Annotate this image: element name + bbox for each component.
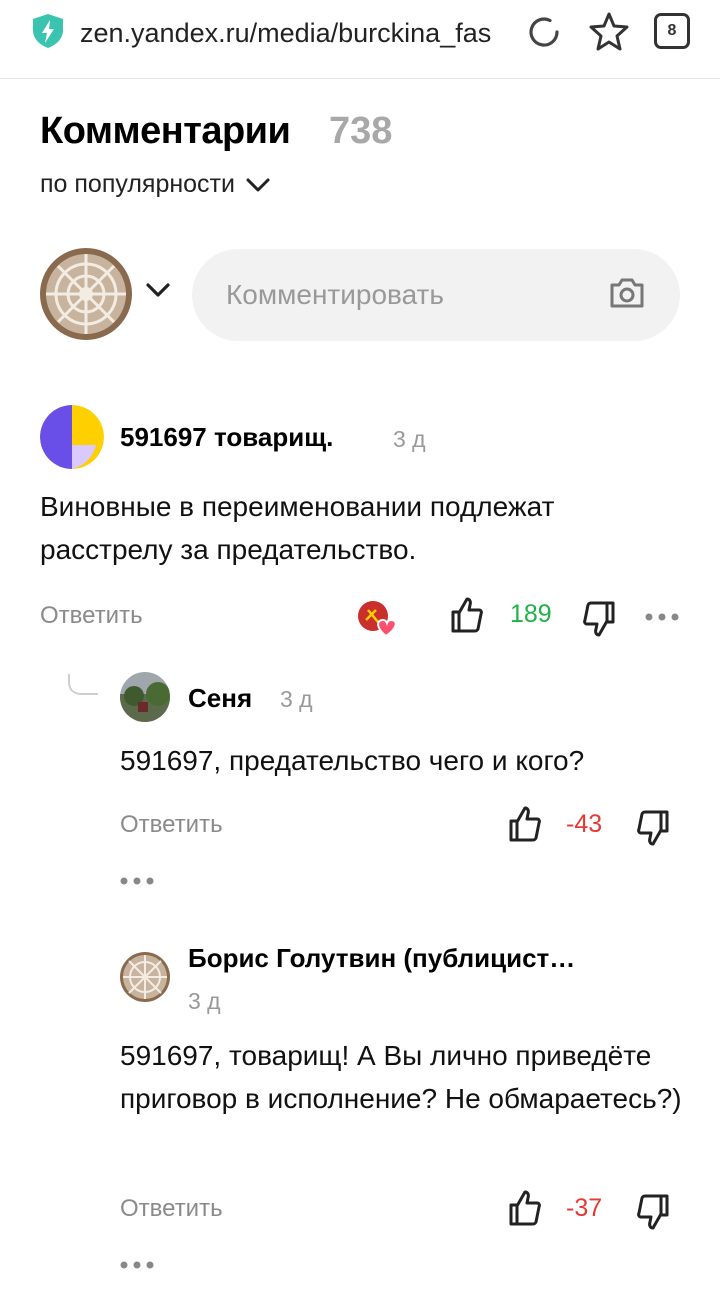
reply-button[interactable]: Ответить: [120, 811, 223, 839]
like-count: 189: [510, 600, 552, 628]
comment-text: 591697, предательство чего и кого?: [120, 745, 585, 776]
avatar[interactable]: [120, 672, 170, 722]
comment-author[interactable]: Борис Голутвин (публицист…: [188, 943, 575, 974]
comments-count: 738: [329, 110, 393, 152]
comment-input[interactable]: Комментировать: [192, 249, 680, 341]
my-avatar[interactable]: [40, 248, 132, 340]
browser-toolbar: zen.yandex.ru/media/burckina_fas 8: [0, 0, 720, 79]
more-options-icon[interactable]: [645, 612, 679, 622]
dislike-thumb-down-icon[interactable]: [636, 1193, 670, 1231]
like-thumb-up-icon[interactable]: [508, 805, 542, 843]
reply-button[interactable]: Ответить: [40, 602, 143, 630]
chevron-down-icon: [246, 178, 270, 191]
shield-icon[interactable]: [30, 12, 66, 50]
reply-button[interactable]: Ответить: [120, 1195, 223, 1223]
comment-time: 3 д: [393, 426, 426, 452]
comment-time: 3 д: [280, 686, 313, 712]
like-thumb-up-icon[interactable]: [508, 1189, 542, 1227]
reaction-hearts-icon[interactable]: [356, 598, 400, 638]
like-count: -43: [566, 810, 603, 838]
reload-icon[interactable]: [524, 12, 564, 52]
comment-time: 3 д: [188, 988, 221, 1014]
more-options-icon[interactable]: [120, 1260, 154, 1270]
avatar[interactable]: [40, 405, 104, 469]
dislike-thumb-down-icon[interactable]: [636, 809, 670, 847]
more-options-icon[interactable]: [120, 876, 154, 886]
sort-dropdown[interactable]: по популярности: [40, 170, 271, 199]
like-thumb-up-icon[interactable]: [450, 596, 484, 634]
avatar[interactable]: [120, 952, 170, 1002]
address-bar[interactable]: zen.yandex.ru/media/burckina_fas: [80, 15, 500, 51]
camera-icon[interactable]: [608, 276, 646, 310]
bookmark-star-icon[interactable]: [588, 10, 630, 52]
comment-input-placeholder: Комментировать: [226, 279, 444, 310]
sort-label: по популярности: [40, 170, 235, 198]
comment-text: Виновные в переименовании подлежат расст…: [40, 491, 555, 565]
comment-author[interactable]: Сеня: [188, 683, 252, 714]
dislike-thumb-down-icon[interactable]: [582, 600, 616, 638]
account-chevron-down-icon[interactable]: [145, 282, 171, 298]
tab-counter-button[interactable]: 8: [654, 13, 690, 49]
comments-title: Комментарии: [40, 110, 291, 152]
comment-text: 591697, товарищ! А Вы лично приведёте пр…: [120, 1040, 682, 1114]
comment-author[interactable]: 591697 товарищ.: [120, 422, 333, 453]
reply-thread-line: [68, 674, 98, 695]
like-count: -37: [566, 1194, 603, 1222]
